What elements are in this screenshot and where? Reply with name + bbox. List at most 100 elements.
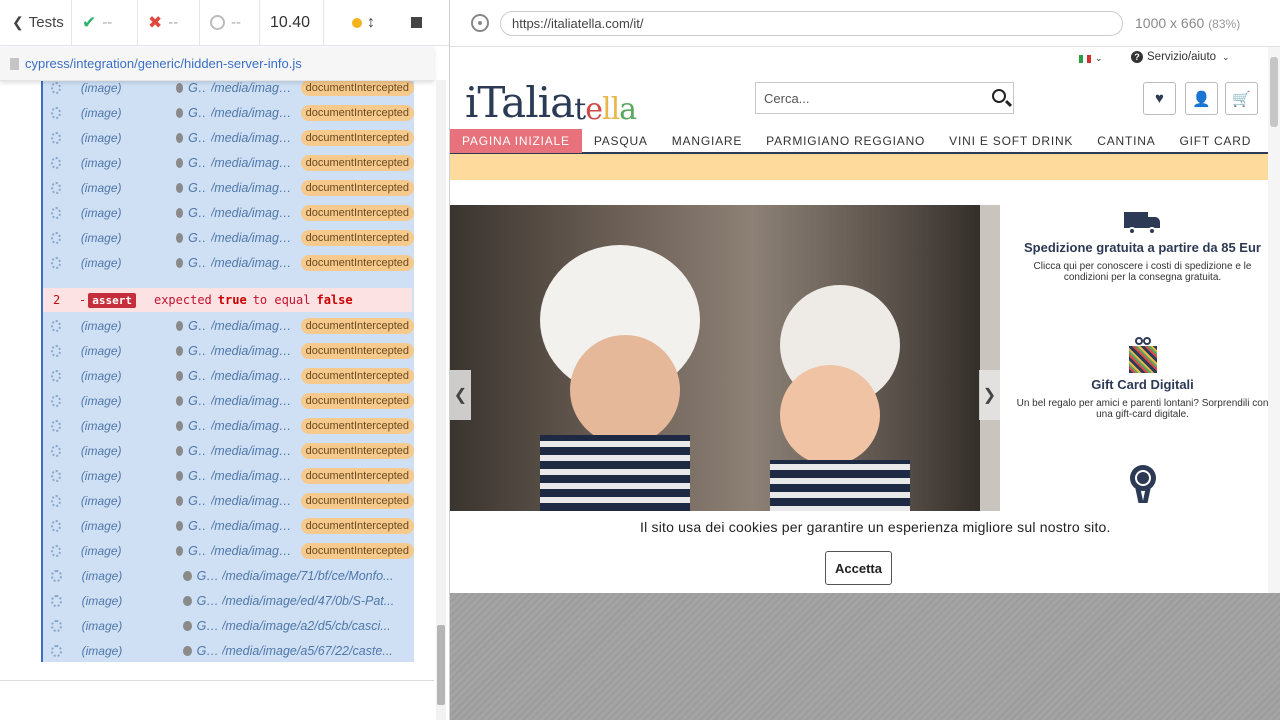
url-input[interactable]: https://italiatella.com/it/ [500,10,1123,36]
reporter-controls: ↕ [324,0,449,46]
nav-item-parmigiano[interactable]: PARMIGIANO REGGIANO [754,129,937,153]
loading-spinner-icon [51,594,62,607]
assert-row[interactable]: 2 - assert expected true to equal false [43,288,412,312]
site-logo[interactable]: iTalia t e ll a [465,67,637,127]
reporter-scrollbar[interactable] [436,80,446,720]
assert-number: 2 [53,293,61,307]
status-dot-icon [175,495,184,506]
command-method: GET [188,468,207,483]
command-row[interactable]: (image) GET/media/image/...documentInterc… [43,538,414,563]
chevron-left-icon: ❮ [453,387,468,404]
feature-award[interactable] [1005,465,1268,507]
command-url: /media/image/... [210,318,297,333]
cookie-banner: Il sito usa dei cookies per garantire un… [450,512,1268,593]
command-row[interactable]: (image) GET/media/image/...documentInterc… [43,225,414,250]
command-row[interactable]: (image) GET/media/image/...documentInterc… [43,463,414,488]
nav-item-home[interactable]: PAGINA INIZIALE [450,129,582,153]
command-row[interactable]: (image) GET/media/image/a2/d5/cb/casci... [43,613,414,638]
command-log: (image)GET/media/image/...documentInterc… [41,62,414,662]
promo-banner [450,154,1268,180]
command-type: (image) [81,568,123,583]
nav-item-mangiare[interactable]: MANGIARE [660,129,754,153]
command-type: (image) [80,130,122,145]
search-input[interactable]: Cerca... [755,82,1014,114]
command-method: GET [196,643,218,658]
nav-item-vini[interactable]: VINI E SOFT DRINK [937,129,1085,153]
command-row[interactable]: (image) GET/media/image/...documentInterc… [43,175,414,200]
status-dot-icon [175,420,184,431]
cart-button[interactable]: 🛒 [1225,82,1258,115]
command-row[interactable]: (image) GET/media/image/...documentInterc… [43,363,414,388]
award-icon [1129,465,1157,503]
command-type: (image) [80,155,122,170]
spec-path-bar[interactable]: cypress/integration/generic/hidden-serve… [0,47,434,81]
hero-slider-image[interactable]: ❮ ❯ [450,205,1000,511]
wishlist-button[interactable]: ♥ [1143,82,1176,115]
tests-back-button[interactable]: ❮ Tests [0,0,72,46]
logo-ll: ll [601,92,620,127]
command-row[interactable]: (image) GET/media/image/...documentInterc… [43,100,414,125]
nav-item-pasqua[interactable]: PASQUA [582,129,660,153]
failed-count: ✖ -- [138,0,200,46]
language-selector[interactable]: ⌄ [1079,53,1103,64]
slider-next-button[interactable]: ❯ [979,370,1000,420]
loading-spinner-icon [51,369,61,382]
command-row[interactable]: (image) GET/media/image/...documentInterc… [43,413,414,438]
selector-playground-icon[interactable] [471,14,489,32]
chevron-down-icon: ⌄ [1222,51,1230,62]
command-row[interactable]: (image) GET/media/image/...documentInterc… [43,388,414,413]
app-scroll-thumb[interactable] [1270,57,1278,127]
search-icon[interactable] [992,89,1006,103]
feature-free-shipping[interactable]: Spedizione gratuita a partire da 85 Eur … [1005,210,1268,283]
loading-spinner-icon [51,181,61,194]
status-dot-icon [183,595,192,606]
intercept-badge: documentIntercepted [300,417,414,434]
command-row[interactable]: (image) GET/media/image/...documentInterc… [43,338,414,363]
command-row[interactable]: (image) GET/media/image/...documentInterc… [43,150,414,175]
status-dot-icon [175,370,184,381]
app-scrollbar[interactable] [1268,47,1280,593]
nav-item-gift-card[interactable]: GIFT CARD [1168,129,1264,153]
feature-gift-card[interactable]: Gift Card Digitali Un bel regalo per ami… [1005,337,1268,420]
loading-spinner-icon [51,206,61,219]
service-help-menu[interactable]: ? Servizio/aiuto ⌄ [1131,51,1230,63]
command-url: /media/image/... [210,343,297,358]
nav-item-cantina[interactable]: CANTINA [1085,129,1167,153]
command-method: GET [188,130,207,145]
loading-spinner-icon [51,444,61,457]
command-url: /media/image/... [210,543,297,558]
feature-text: Un bel regalo per amici e parenti lontan… [1016,398,1268,420]
command-url: /media/image/... [210,418,297,433]
command-row[interactable]: (image) GET/media/image/...documentInterc… [43,125,414,150]
slider-prev-button[interactable]: ❮ [450,370,471,420]
intercept-badge: documentIntercepted [300,517,414,534]
stop-icon[interactable] [411,17,422,28]
cookie-text: Il sito usa dei cookies per garantire un… [640,519,1111,535]
url-bar: https://italiatella.com/it/ 1000 x 660 (… [450,0,1280,47]
scroll-toggle-icon[interactable]: ↕ [367,14,375,32]
command-row[interactable]: (image) GET/media/image/...documentInterc… [43,438,414,463]
command-row[interactable]: (image) GET/media/image/a5/67/22/caste... [43,638,414,662]
command-row[interactable]: (image) GET/media/image/...documentInterc… [43,513,414,538]
command-method: GET [196,618,218,633]
command-row[interactable]: (image) GET/media/image/ed/47/0b/S-Pat... [43,588,414,613]
command-type: (image) [80,318,122,333]
command-row[interactable]: (image) GET/media/image/71/bf/ce/Monfo... [43,563,414,588]
command-method: GET [188,443,207,458]
accept-cookies-button[interactable]: Accetta [825,551,892,585]
command-method: GET [188,493,207,508]
account-button[interactable]: 👤 [1185,82,1218,115]
loading-spinner-icon [51,81,61,94]
command-type: (image) [80,80,122,95]
command-method: GET [188,393,207,408]
command-row[interactable]: (image) GET/media/image/...documentInterc… [43,200,414,225]
command-row[interactable]: (image) GET/media/image/...documentInterc… [43,488,414,513]
command-row[interactable]: (image) GET/media/image/...documentInterc… [43,313,414,338]
command-row[interactable]: (image) GET/media/image/...documentInterc… [43,250,414,275]
truck-icon [1123,210,1162,236]
service-label: Servizio/aiuto [1147,51,1217,63]
italy-flag-icon [1079,54,1091,63]
status-dot-icon [175,320,184,331]
command-url: /media/image/... [210,443,297,458]
reporter-scroll-thumb[interactable] [437,625,445,705]
